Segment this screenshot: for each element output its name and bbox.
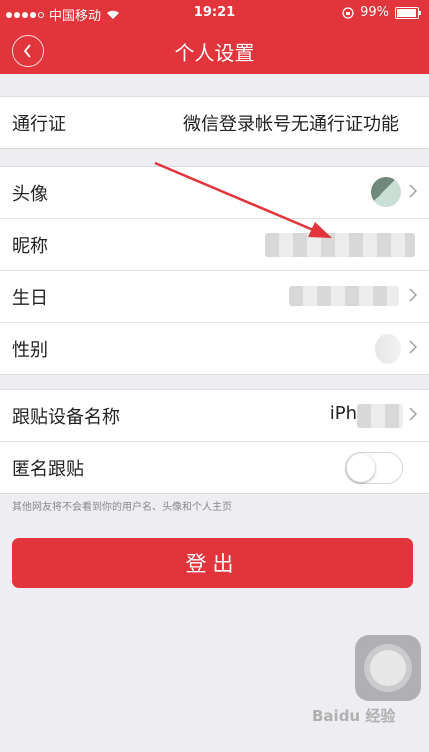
rotation-lock-icon	[342, 6, 354, 19]
birthday-value-blurred	[289, 286, 399, 306]
anonymous-row: 匿名跟贴	[0, 442, 429, 493]
status-bar: 中国移动 19:21 99%	[0, 0, 429, 26]
chevron-right-icon	[409, 184, 417, 198]
assistive-touch-button[interactable]	[355, 635, 421, 701]
passport-value: 微信登录帐号无通行证功能	[183, 114, 399, 135]
comment-settings-group: 跟贴设备名称 iPh 匿名跟贴	[0, 389, 429, 494]
profile-group: 头像 昵称 生日 性别	[0, 166, 429, 375]
anonymous-toggle[interactable]	[345, 452, 403, 484]
birthday-label: 生日	[12, 288, 48, 309]
nav-bar: 个人设置	[0, 26, 429, 74]
gender-label: 性别	[12, 340, 48, 361]
nickname-value-blurred	[265, 233, 415, 257]
gender-value-blurred	[375, 334, 401, 364]
battery-percent: 99%	[360, 5, 389, 20]
avatar	[371, 177, 401, 207]
gender-row[interactable]: 性别	[0, 323, 429, 374]
device-name-label: 跟贴设备名称	[12, 407, 120, 428]
nickname-row[interactable]: 昵称	[0, 219, 429, 271]
avatar-label: 头像	[12, 184, 48, 205]
device-name-row[interactable]: 跟贴设备名称 iPh	[0, 390, 429, 442]
logout-button[interactable]: 登出	[12, 538, 413, 588]
passport-label: 通行证	[12, 114, 66, 135]
device-name-blurred	[357, 404, 403, 428]
chevron-right-icon	[409, 288, 417, 302]
nickname-label: 昵称	[12, 236, 48, 257]
anonymous-hint: 其他网友将不会看到你的用户名、头像和个人主页	[12, 502, 232, 513]
watermark: Baidu 经验	[312, 707, 396, 725]
page-title: 个人设置	[174, 41, 255, 65]
birthday-row[interactable]: 生日	[0, 271, 429, 323]
battery-icon	[395, 6, 421, 19]
chevron-right-icon	[409, 340, 417, 354]
passport-row[interactable]: 通行证 微信登录帐号无通行证功能	[0, 97, 429, 148]
passport-group: 通行证 微信登录帐号无通行证功能	[0, 96, 429, 149]
chevron-right-icon	[409, 407, 417, 421]
avatar-row[interactable]: 头像	[0, 167, 429, 219]
device-name-value: iPh	[329, 403, 357, 424]
anonymous-label: 匿名跟贴	[12, 459, 84, 480]
toggle-knob	[347, 454, 375, 482]
